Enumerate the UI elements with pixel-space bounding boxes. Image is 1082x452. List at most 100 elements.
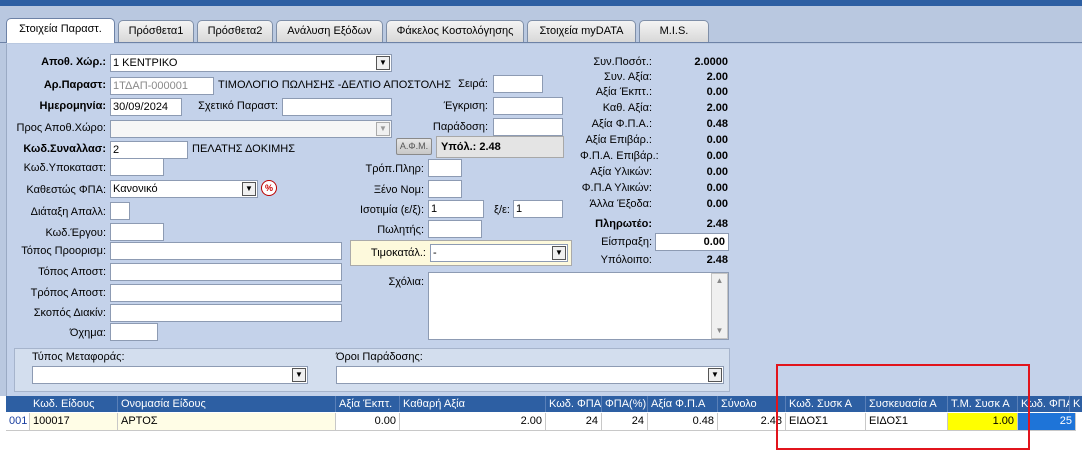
tab-extra1[interactable]: Πρόσθετα1 — [118, 20, 194, 42]
summary-value: 2.48 — [706, 218, 728, 230]
chevron-down-icon[interactable]: ▼ — [552, 246, 566, 260]
currency-label: Ξένο Νομ: — [373, 184, 424, 196]
trader-code-field[interactable]: 2 — [110, 141, 188, 159]
summary-value: 0.48 — [706, 118, 728, 130]
cell-item-name[interactable]: ΑΡΤΟΣ — [118, 413, 336, 431]
tab-extra2[interactable]: Πρόσθετα2 — [197, 20, 273, 42]
collection-field[interactable]: 0.00 — [655, 233, 729, 251]
summary-label: Πληρωτέο: — [595, 218, 652, 230]
percent-icon[interactable]: % — [261, 180, 277, 196]
delivery-terms-label: Όροι Παράδοσης: — [336, 351, 423, 363]
destination-field[interactable] — [110, 242, 342, 260]
cell-net-value[interactable]: 2.00 — [400, 413, 546, 431]
col-discount[interactable]: Αξία Έκπτ. — [336, 396, 400, 412]
chevron-down-icon[interactable]: ▼ — [242, 182, 256, 196]
afm-button[interactable]: Α.Φ.Μ. — [396, 138, 432, 155]
summary-value: 0.00 — [706, 150, 728, 162]
to-warehouse-select[interactable]: ▼ — [110, 120, 392, 138]
col-vat-pct[interactable]: ΦΠΑ(%) — [602, 396, 648, 412]
comments-scrollbar[interactable]: ▲ ▼ — [711, 273, 728, 339]
tab-mis[interactable]: M.I.S. — [639, 20, 709, 42]
related-doc-label: Σχετικό Παραστ: — [198, 100, 278, 112]
cell-vat-value[interactable]: 0.48 — [648, 413, 718, 431]
col-net-value[interactable]: Καθαρή Αξία — [400, 396, 546, 412]
vehicle-field[interactable] — [110, 323, 158, 341]
summary-value: 0.00 — [706, 198, 728, 210]
tab-mydata[interactable]: Στοιχεία myDATA — [527, 20, 636, 42]
scroll-down-icon[interactable]: ▼ — [712, 324, 727, 338]
summary-label: Υπόλοιπο: — [600, 254, 652, 266]
comments-textarea[interactable] — [428, 272, 729, 340]
currency-field[interactable] — [428, 180, 462, 198]
vat-status-select[interactable]: Κανονικό ▼ — [110, 180, 258, 198]
chevron-down-icon[interactable]: ▼ — [376, 56, 390, 70]
col-vat-value[interactable]: Αξία Φ.Π.Α — [648, 396, 718, 412]
purpose-label: Σκοπός Διακίν: — [33, 307, 106, 319]
seller-field[interactable] — [428, 220, 482, 238]
xe-label: ξ/ε: — [494, 204, 510, 216]
dispatch-place-field[interactable] — [110, 263, 342, 281]
trader-name: ΠΕΛΑΤΗΣ ΔΟΚΙΜΗΣ — [192, 143, 296, 155]
related-doc-field[interactable] — [282, 98, 392, 116]
col-vat-code[interactable]: Κωδ. ΦΠΑ — [546, 396, 602, 412]
warehouse-value: 1 ΚΕΝΤΡΙΚΟ — [113, 57, 178, 69]
summary-label: Αξία Επιβάρ.: — [585, 134, 652, 146]
exemption-label: Διάταξη Απαλλ: — [30, 206, 106, 218]
tab-main-details[interactable]: Στοιχεία Παραστ. — [6, 18, 115, 43]
date-field[interactable]: 30/09/2024 — [110, 98, 182, 116]
payment-label: Τρόπ.Πληρ: — [365, 163, 424, 175]
branch-label: Κωδ.Υποκαταστ: — [23, 162, 106, 174]
dispatch-method-label: Τρόπος Αποστ: — [30, 287, 106, 299]
doctype-text: ΤΙΜΟΛΟΓΙΟ ΠΩΛΗΣΗΣ -ΔΕΛΤΙΟ ΑΠΟΣΤΟΛΗΣ — [218, 79, 452, 91]
purpose-field[interactable] — [110, 304, 342, 322]
project-label: Κωδ.Έργου: — [45, 227, 106, 239]
vat-status-value: Κανονικό — [113, 183, 158, 195]
scroll-up-icon[interactable]: ▲ — [712, 274, 727, 288]
parity-label: Ισοτιμία (ε/ξ): — [359, 204, 424, 216]
chevron-down-icon[interactable]: ▼ — [292, 368, 306, 382]
dispatch-place-label: Τόπος Αποστ: — [38, 266, 106, 278]
summary-value: 2.48 — [706, 254, 728, 266]
cell-vat-code[interactable]: 24 — [546, 413, 602, 431]
pricelist-select[interactable]: - ▼ — [430, 244, 568, 262]
trader-label: Κωδ.Συναλλασ: — [23, 143, 106, 155]
col-item-name[interactable]: Ονομασία Είδους — [118, 396, 336, 412]
xe-field[interactable]: 1 — [513, 200, 563, 218]
project-field[interactable] — [110, 223, 164, 241]
transport-type-select[interactable]: ▼ — [32, 366, 308, 384]
summary-label: Συν.Ποσότ.: — [593, 56, 652, 68]
col-more[interactable]: Κ — [1070, 396, 1082, 412]
to-warehouse-label: Προς Αποθ.Χώρο: — [16, 122, 107, 134]
pricelist-value: - — [433, 247, 437, 259]
chevron-down-icon[interactable]: ▼ — [708, 368, 722, 382]
delivery-field[interactable] — [493, 118, 563, 136]
warehouse-select[interactable]: 1 ΚΕΝΤΡΙΚΟ ▼ — [110, 54, 392, 72]
exemption-field[interactable] — [110, 202, 130, 220]
tab-strip: Στοιχεία Παραστ. Πρόσθετα1 Πρόσθετα2 Ανά… — [0, 6, 1082, 43]
tab-expense-analysis[interactable]: Ανάλυση Εξόδων — [276, 20, 383, 42]
payment-field[interactable] — [428, 159, 462, 177]
cell-vat-pct[interactable]: 24 — [602, 413, 648, 431]
summary-value: 0.00 — [706, 182, 728, 194]
summary-value: 0.00 — [706, 166, 728, 178]
approval-field[interactable] — [493, 97, 563, 115]
chevron-down-icon[interactable]: ▼ — [376, 122, 390, 136]
delivery-label: Παράδοση: — [432, 121, 488, 133]
summary-label: Αξία Φ.Π.Α.: — [591, 118, 652, 130]
branch-field[interactable] — [110, 158, 164, 176]
summary-value: 2.0000 — [694, 56, 728, 68]
series-field[interactable] — [493, 75, 543, 93]
docno-field[interactable]: 1ΤΔΑΠ-000001 — [110, 77, 214, 95]
cell-discount[interactable]: 0.00 — [336, 413, 400, 431]
warehouse-label: Αποθ. Χώρ.: — [41, 56, 106, 68]
summary-label: Φ.Π.Α Υλικών: — [581, 182, 652, 194]
cell-item-code[interactable]: 100017 — [30, 413, 118, 431]
balance-text: Υπόλ.: 2.48 — [441, 141, 501, 153]
col-item-code[interactable]: Κωδ. Είδους — [30, 396, 118, 412]
tab-costing-folder[interactable]: Φάκελος Κοστολόγησης — [386, 20, 524, 42]
dispatch-method-field[interactable] — [110, 284, 342, 302]
summary-label: Είσπραξη: — [601, 236, 652, 248]
summary-value: 0.00 — [706, 134, 728, 146]
delivery-terms-select[interactable]: ▼ — [336, 366, 724, 384]
parity-field[interactable]: 1 — [428, 200, 484, 218]
